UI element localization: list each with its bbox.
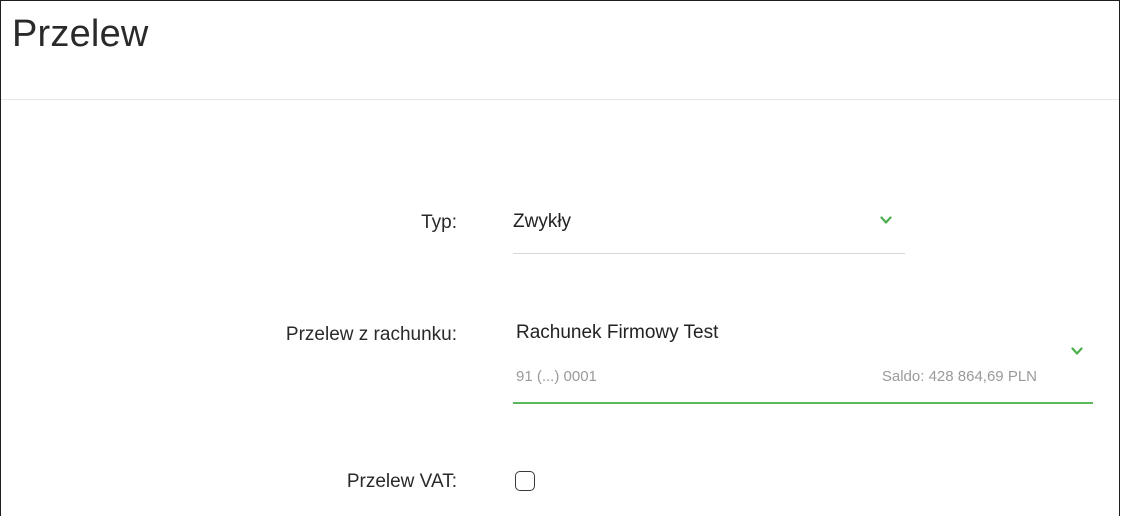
panel-header: Przelew (1, 1, 1119, 100)
chevron-down-icon (1071, 347, 1083, 357)
type-label: Typ: (421, 212, 457, 233)
vat-label: Przelew VAT: (346, 471, 457, 492)
account-number: 91 (...) 0001 (516, 368, 597, 385)
vat-checkbox[interactable] (515, 471, 535, 491)
account-label: Przelew z rachunku: (285, 324, 457, 345)
page-title: Przelew (12, 13, 149, 55)
account-select[interactable]: Rachunek Firmowy Test 91 (...) 0001 Sald… (513, 312, 1093, 404)
type-select[interactable]: Zwykły (513, 197, 905, 254)
account-balance: Saldo: 428 864,69 PLN (881, 368, 1037, 385)
account-name: Rachunek Firmowy Test (516, 322, 719, 343)
chevron-down-icon (880, 216, 892, 226)
transfer-form-panel: Przelew Typ: Zwykły Przelew z rachunku: … (0, 0, 1120, 516)
type-select-value: Zwykły (513, 211, 572, 232)
